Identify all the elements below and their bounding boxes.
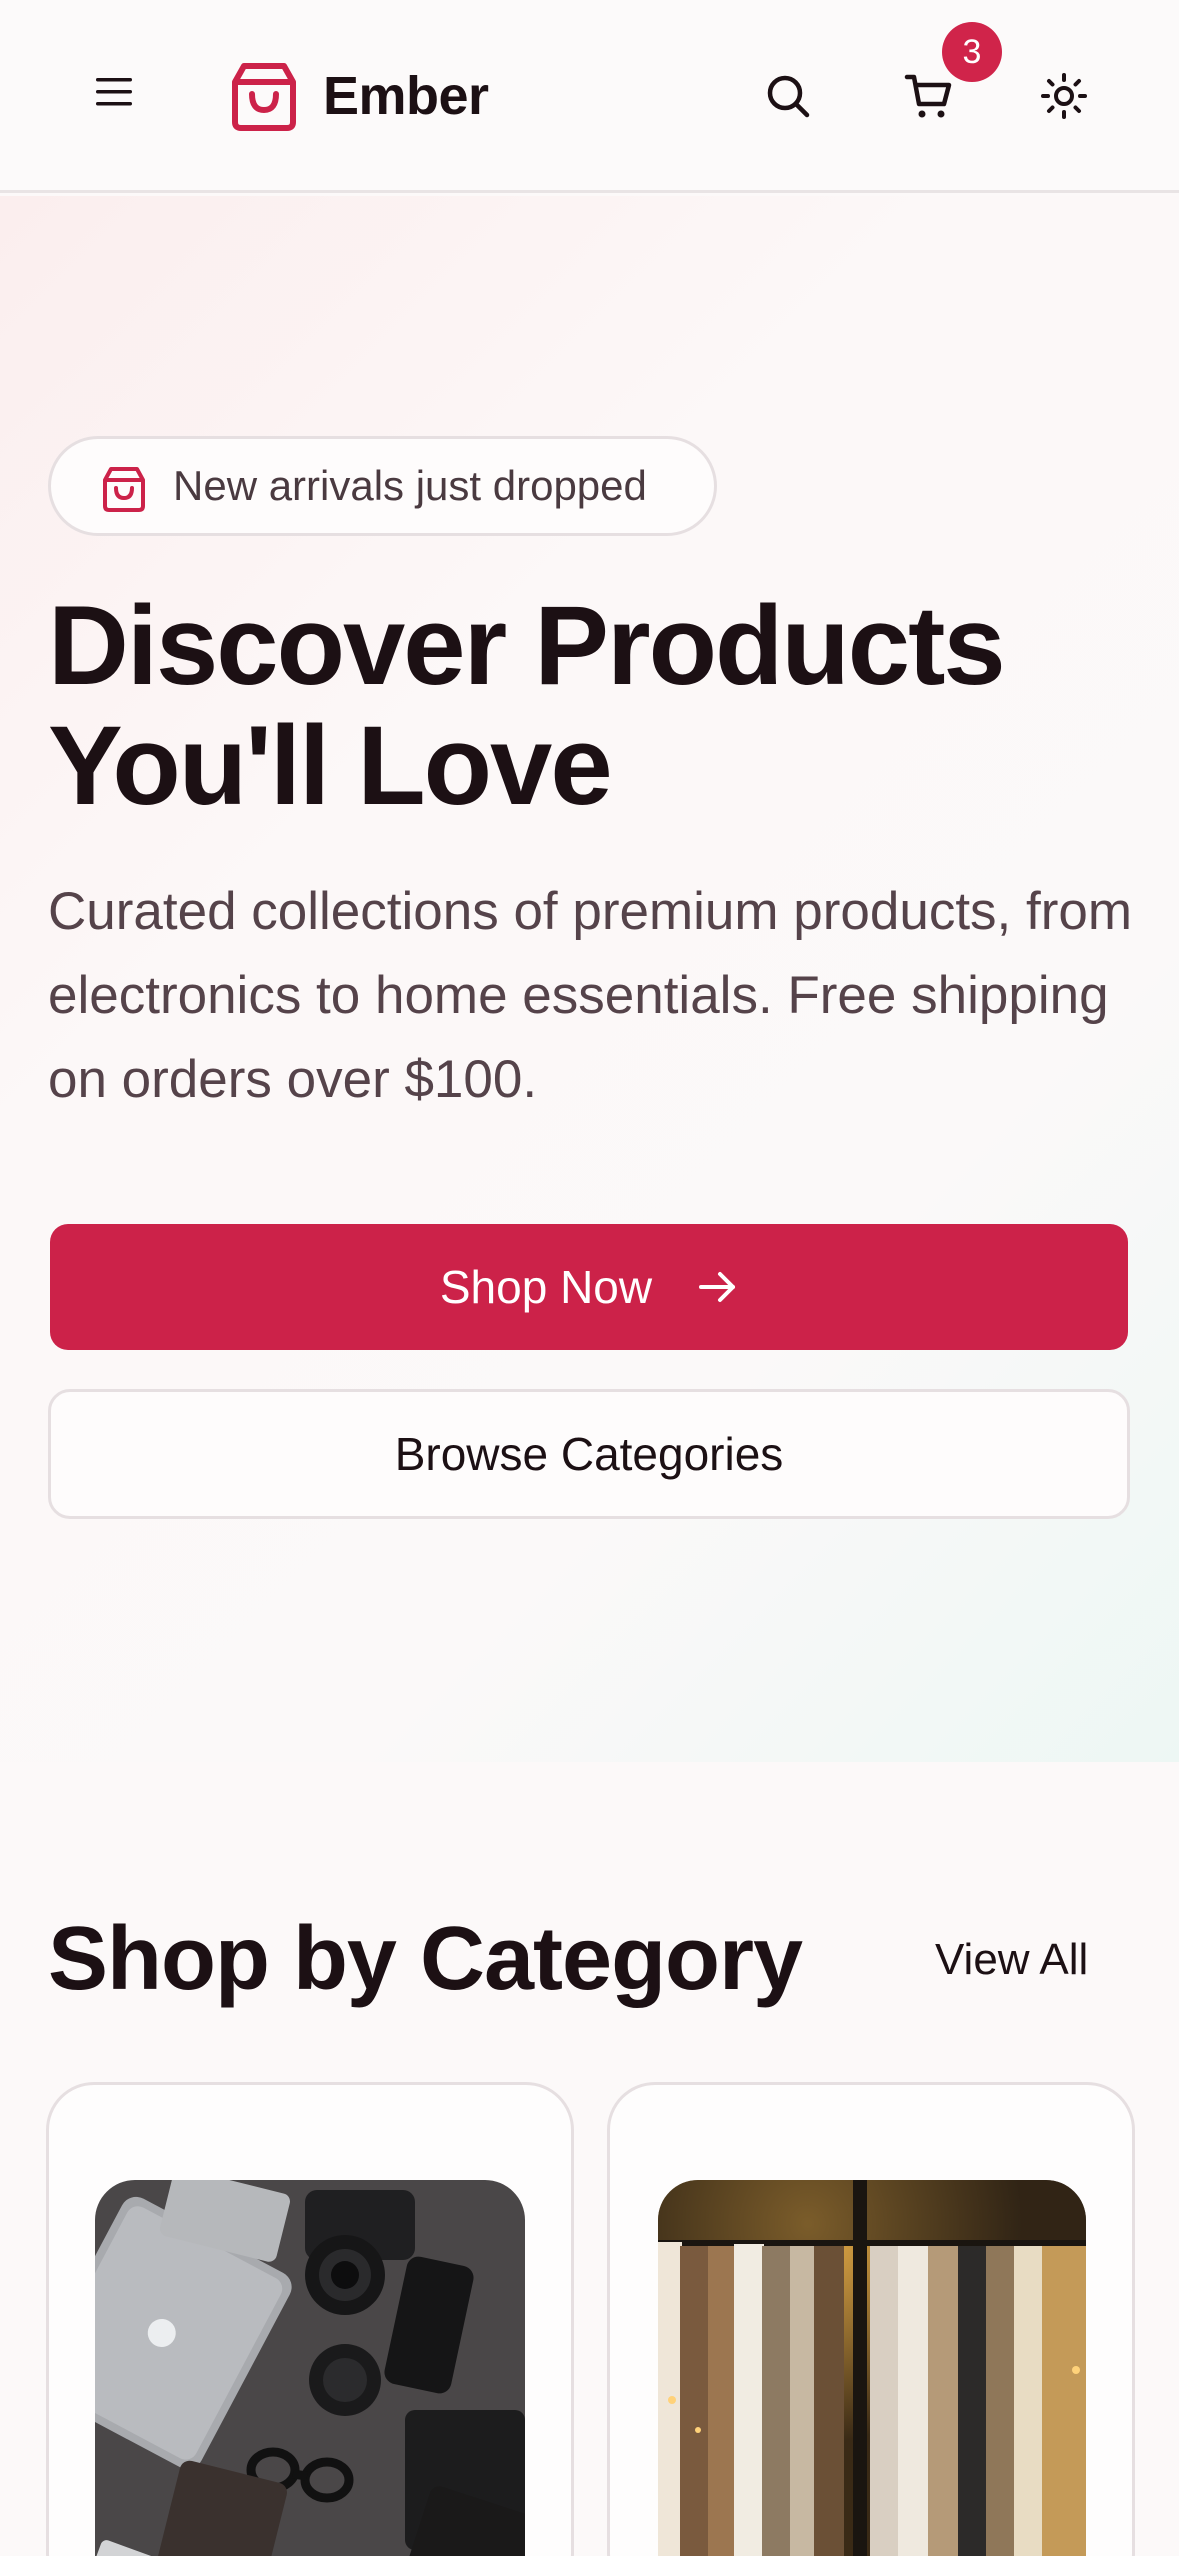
theme-toggle-button[interactable] [1028,60,1100,132]
hero-description: Curated collections of premium products,… [48,882,1132,1109]
electronics-flatlay-image [95,2180,525,2556]
shop-now-button[interactable]: Shop Now [50,1224,1128,1350]
category-card[interactable] [607,2082,1135,2556]
menu-icon [96,78,132,106]
cart-count-badge: 3 [942,22,1002,82]
browse-categories-button[interactable]: Browse Categories [48,1389,1130,1519]
clothing-rack-image [658,2180,1086,2556]
arrow-right-icon [699,1272,736,1302]
brand-name[interactable]: Ember [323,60,489,132]
hero-title-line-2: You'll Love [48,703,613,828]
search-button[interactable] [752,60,824,132]
menu-button[interactable] [78,56,150,128]
category-image-electronics [95,2180,525,2556]
sun-icon [1041,73,1087,119]
hero-title: Discover Products You'll Love [48,586,1138,826]
shopping-bag-icon [232,63,296,131]
category-card[interactable] [46,2082,574,2556]
badge-label: New arrivals just dropped [173,462,647,509]
hero-title-line-1: Discover Products [48,583,1006,708]
view-all-link[interactable]: View All [935,1930,1088,1990]
shopping-bag-icon [103,467,145,512]
search-icon [767,75,810,118]
browse-categories-label: Browse Categories [394,1428,784,1480]
hero-section: New arrivals just dropped Discover Produ… [0,196,1179,1762]
cart-icon [904,74,952,118]
new-arrivals-badge[interactable]: New arrivals just dropped [48,436,717,536]
top-navigation-bar: Ember 3 [0,0,1179,193]
shop-now-label: Shop Now [439,1261,653,1313]
category-image-clothing [658,2180,1086,2556]
section-title: Shop by Category [48,1909,803,2009]
